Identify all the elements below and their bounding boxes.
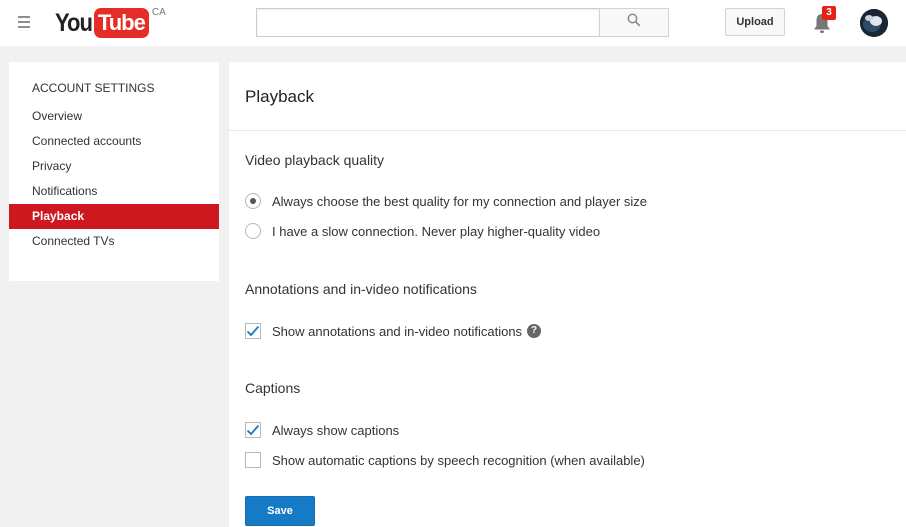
checkmark-icon — [246, 325, 260, 337]
search-bar — [256, 8, 669, 37]
captions-option-automatic[interactable]: Show automatic captions by speech recogn… — [245, 452, 645, 468]
annotations-label: Show annotations and in-video notificati… — [272, 323, 523, 339]
annotations-checkbox[interactable] — [245, 323, 261, 339]
quality-slow-radio[interactable] — [245, 223, 261, 239]
sidebar-item-connected-tvs[interactable]: Connected TVs — [9, 229, 219, 254]
captions-section-title: Captions — [245, 380, 301, 396]
panel-header: Playback — [229, 62, 906, 131]
annotations-section-title: Annotations and in-video notifications — [245, 281, 477, 297]
sidebar-item-notifications[interactable]: Notifications — [9, 179, 219, 204]
quality-option-best[interactable]: Always choose the best quality for my co… — [245, 193, 647, 209]
sidebar-item-connected-accounts[interactable]: Connected accounts — [9, 129, 219, 154]
top-bar: You Tube CA Upload 3 — [0, 0, 906, 46]
upload-button[interactable]: Upload — [725, 8, 785, 36]
logo-you-text: You — [55, 8, 93, 37]
captions-always-checkbox[interactable] — [245, 422, 261, 438]
logo-region-label: CA — [151, 7, 166, 18]
search-input[interactable] — [256, 8, 599, 37]
avatar[interactable] — [860, 9, 888, 37]
captions-automatic-label: Show automatic captions by speech recogn… — [272, 452, 645, 468]
logo-tube-text: Tube — [93, 8, 149, 38]
captions-automatic-checkbox[interactable] — [245, 452, 261, 468]
quality-best-label: Always choose the best quality for my co… — [272, 193, 648, 209]
sidebar-item-overview[interactable]: Overview — [9, 104, 219, 129]
playback-settings-panel: Playback Video playback quality Always c… — [229, 62, 906, 527]
hamburger-menu-icon[interactable] — [18, 16, 30, 28]
sidebar-item-privacy[interactable]: Privacy — [9, 154, 219, 179]
quality-slow-label: I have a slow connection. Never play hig… — [272, 223, 601, 239]
notifications-button[interactable]: 3 — [812, 6, 836, 34]
search-icon — [627, 13, 641, 32]
youtube-logo[interactable]: You Tube CA — [55, 6, 166, 40]
save-button[interactable]: Save — [245, 496, 315, 526]
quality-section-title: Video playback quality — [245, 152, 385, 168]
captions-always-label: Always show captions — [272, 422, 400, 438]
question-mark-icon[interactable]: ? — [527, 324, 542, 338]
sidebar-item-playback[interactable]: Playback — [9, 204, 219, 229]
search-button[interactable] — [599, 8, 669, 37]
notification-count-badge: 3 — [822, 6, 836, 20]
checkmark-icon — [246, 424, 260, 436]
annotations-option[interactable]: Show annotations and in-video notificati… — [245, 323, 542, 339]
quality-option-slow[interactable]: I have a slow connection. Never play hig… — [245, 223, 600, 239]
account-settings-sidebar: ACCOUNT SETTINGS Overview Connected acco… — [9, 62, 219, 281]
sidebar-heading: ACCOUNT SETTINGS — [32, 81, 155, 95]
quality-best-radio[interactable] — [245, 193, 261, 209]
captions-option-always[interactable]: Always show captions — [245, 422, 399, 438]
page-title: Playback — [245, 87, 314, 106]
